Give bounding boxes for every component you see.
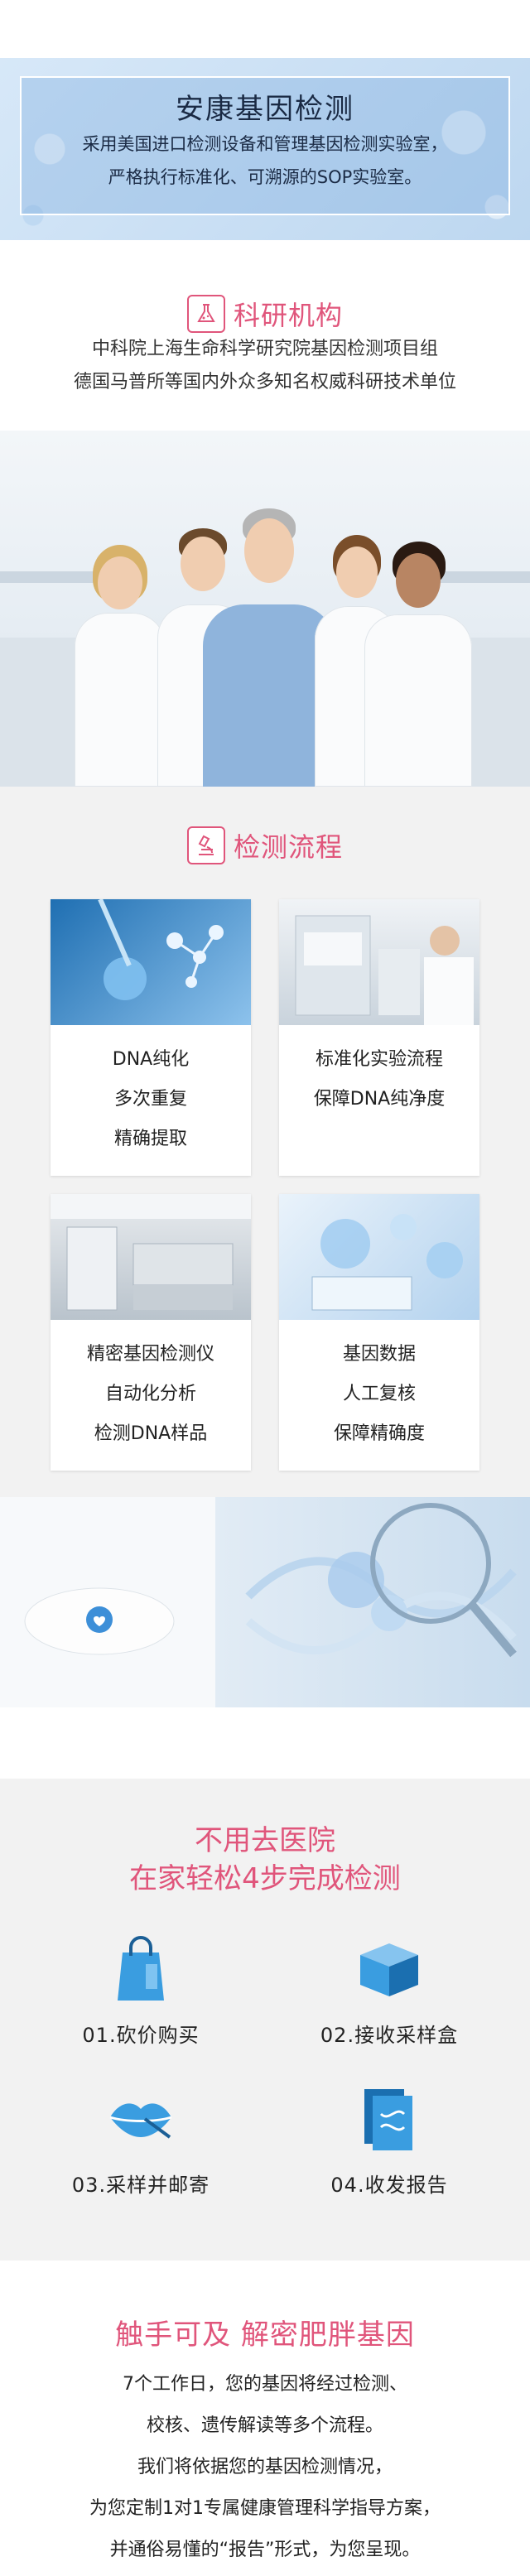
footer-line: 并通俗易懂的“报告”形式，为您呈现。 [109,2540,421,2560]
process-card: 基因数据 人工复核 保障精确度 [279,1194,479,1471]
process-heading: 检测流程 [0,826,530,864]
dna-banner-illustration [0,1497,517,1707]
card-line: DNA纯化 [112,1049,190,1070]
steps-title-2: 在家轻松4步完成检测 [129,1862,401,1895]
card-line: 基因数据 [342,1344,416,1365]
scientist-figure [75,538,166,787]
footer-line: 我们将依据您的基因检测情况， [137,2457,393,2477]
steps-section: 不用去医院 在家轻松4步完成检测 01.砍价购买 02.接收采样盒 03.采样并… [0,1779,530,2261]
process-section: 检测流程 DNA纯化 多次重复 精确提取 标准化实验流程 保障DNA纯净度 精密… [0,787,530,1497]
gene-instrument-image [51,1194,251,1320]
process-card: DNA纯化 多次重复 精确提取 [51,899,251,1176]
card-line: 标准化实验流程 [315,1049,443,1070]
shopping-bag-icon [104,1931,178,2005]
research-heading-text: 科研机构 [233,300,343,331]
hero-line-2: 严格执行标准化、可溯源的SOP实验室。 [108,167,422,187]
step-label: 02.接收采样盒 [320,2024,459,2047]
hero-title: 安康基因检测 [176,93,354,126]
research-heading: 科研机构 [0,295,530,333]
step-label: 03.采样并邮寄 [71,2174,210,2197]
step-item: 04.收发报告 [294,2081,484,2198]
research-line-2: 德国马普所等国内外众多知名权威科研技术单位 [73,372,456,392]
scientists-photo [0,431,530,787]
dna-molecule-image [51,899,251,1025]
microscope-icon [186,826,225,864]
flask-icon [186,295,225,333]
lab-cabinet [0,638,83,787]
data-review-image [279,1194,479,1320]
hero-top-strip [0,0,530,58]
hero-banner: 安康基因检测 采用美国进口检测设备和管理基因检测实验室， 严格执行标准化、可溯源… [0,0,530,240]
footer-line: 为您定制1对1专属健康管理科学指导方案， [89,2498,441,2519]
lab-equipment-image [279,899,479,1025]
step-item: 03.采样并邮寄 [46,2081,236,2198]
lab-cabinet [464,638,530,787]
research-line-1: 中科院上海生命科学研究院基因检测项目组 [91,339,438,359]
card-line: 人工复核 [342,1384,416,1404]
process-heading-text: 检测流程 [233,831,343,863]
card-line: 精确提取 [113,1129,187,1149]
footer-section: 触手可及 解密肥胖基因 7个工作日，您的基因将经过检测、 校核、遗传解读等多个流… [0,2261,530,2569]
card-line: 自动化分析 [104,1384,196,1404]
step-label: 01.砍价购买 [82,2024,200,2047]
process-cards-grid: DNA纯化 多次重复 精确提取 标准化实验流程 保障DNA纯净度 精密基因检测仪… [0,899,530,1471]
footer-line: 7个工作日，您的基因将经过检测、 [123,2374,407,2395]
steps-row: 03.采样并邮寄 04.收发报告 [0,2081,530,2198]
step-label: 04.收发报告 [330,2174,448,2197]
card-line: 保障DNA纯净度 [313,1089,446,1110]
step-item: 01.砍价购买 [46,1931,236,2048]
process-card: 标准化实验流程 保障DNA纯净度 [279,899,479,1176]
process-card: 精密基因检测仪 自动化分析 检测DNA样品 [51,1194,251,1471]
step-item: 02.接收采样盒 [294,1931,484,2048]
process-card-text: 标准化实验流程 保障DNA纯净度 [279,1025,479,1119]
footer-line: 校核、遗传解读等多个流程。 [146,2415,383,2436]
process-card-text: DNA纯化 多次重复 精确提取 [51,1025,251,1159]
dna-hands-banner [0,1497,530,1707]
card-line: 精密基因检测仪 [86,1344,214,1365]
scientist-figure [364,538,472,787]
card-line: 多次重复 [113,1089,187,1110]
steps-row: 01.砍价购买 02.接收采样盒 [0,1931,530,2048]
box-icon [352,1931,426,2005]
hero-line-1: 采用美国进口检测设备和管理基因检测实验室， [82,134,448,154]
process-card-text: 基因数据 人工复核 保障精确度 [279,1320,479,1454]
card-line: 检测DNA样品 [94,1423,208,1444]
report-icon [352,2081,426,2155]
research-section: 科研机构 中科院上海生命科学研究院基因检测项目组 德国马普所等国内外众多知名权威… [0,240,530,431]
steps-title-1: 不用去医院 [195,1824,335,1857]
lips-swab-icon [104,2081,178,2155]
card-line: 保障精确度 [333,1423,425,1444]
footer-title: 触手可及 解密肥胖基因 [115,2318,415,2352]
process-card-text: 精密基因检测仪 自动化分析 检测DNA样品 [51,1320,251,1454]
